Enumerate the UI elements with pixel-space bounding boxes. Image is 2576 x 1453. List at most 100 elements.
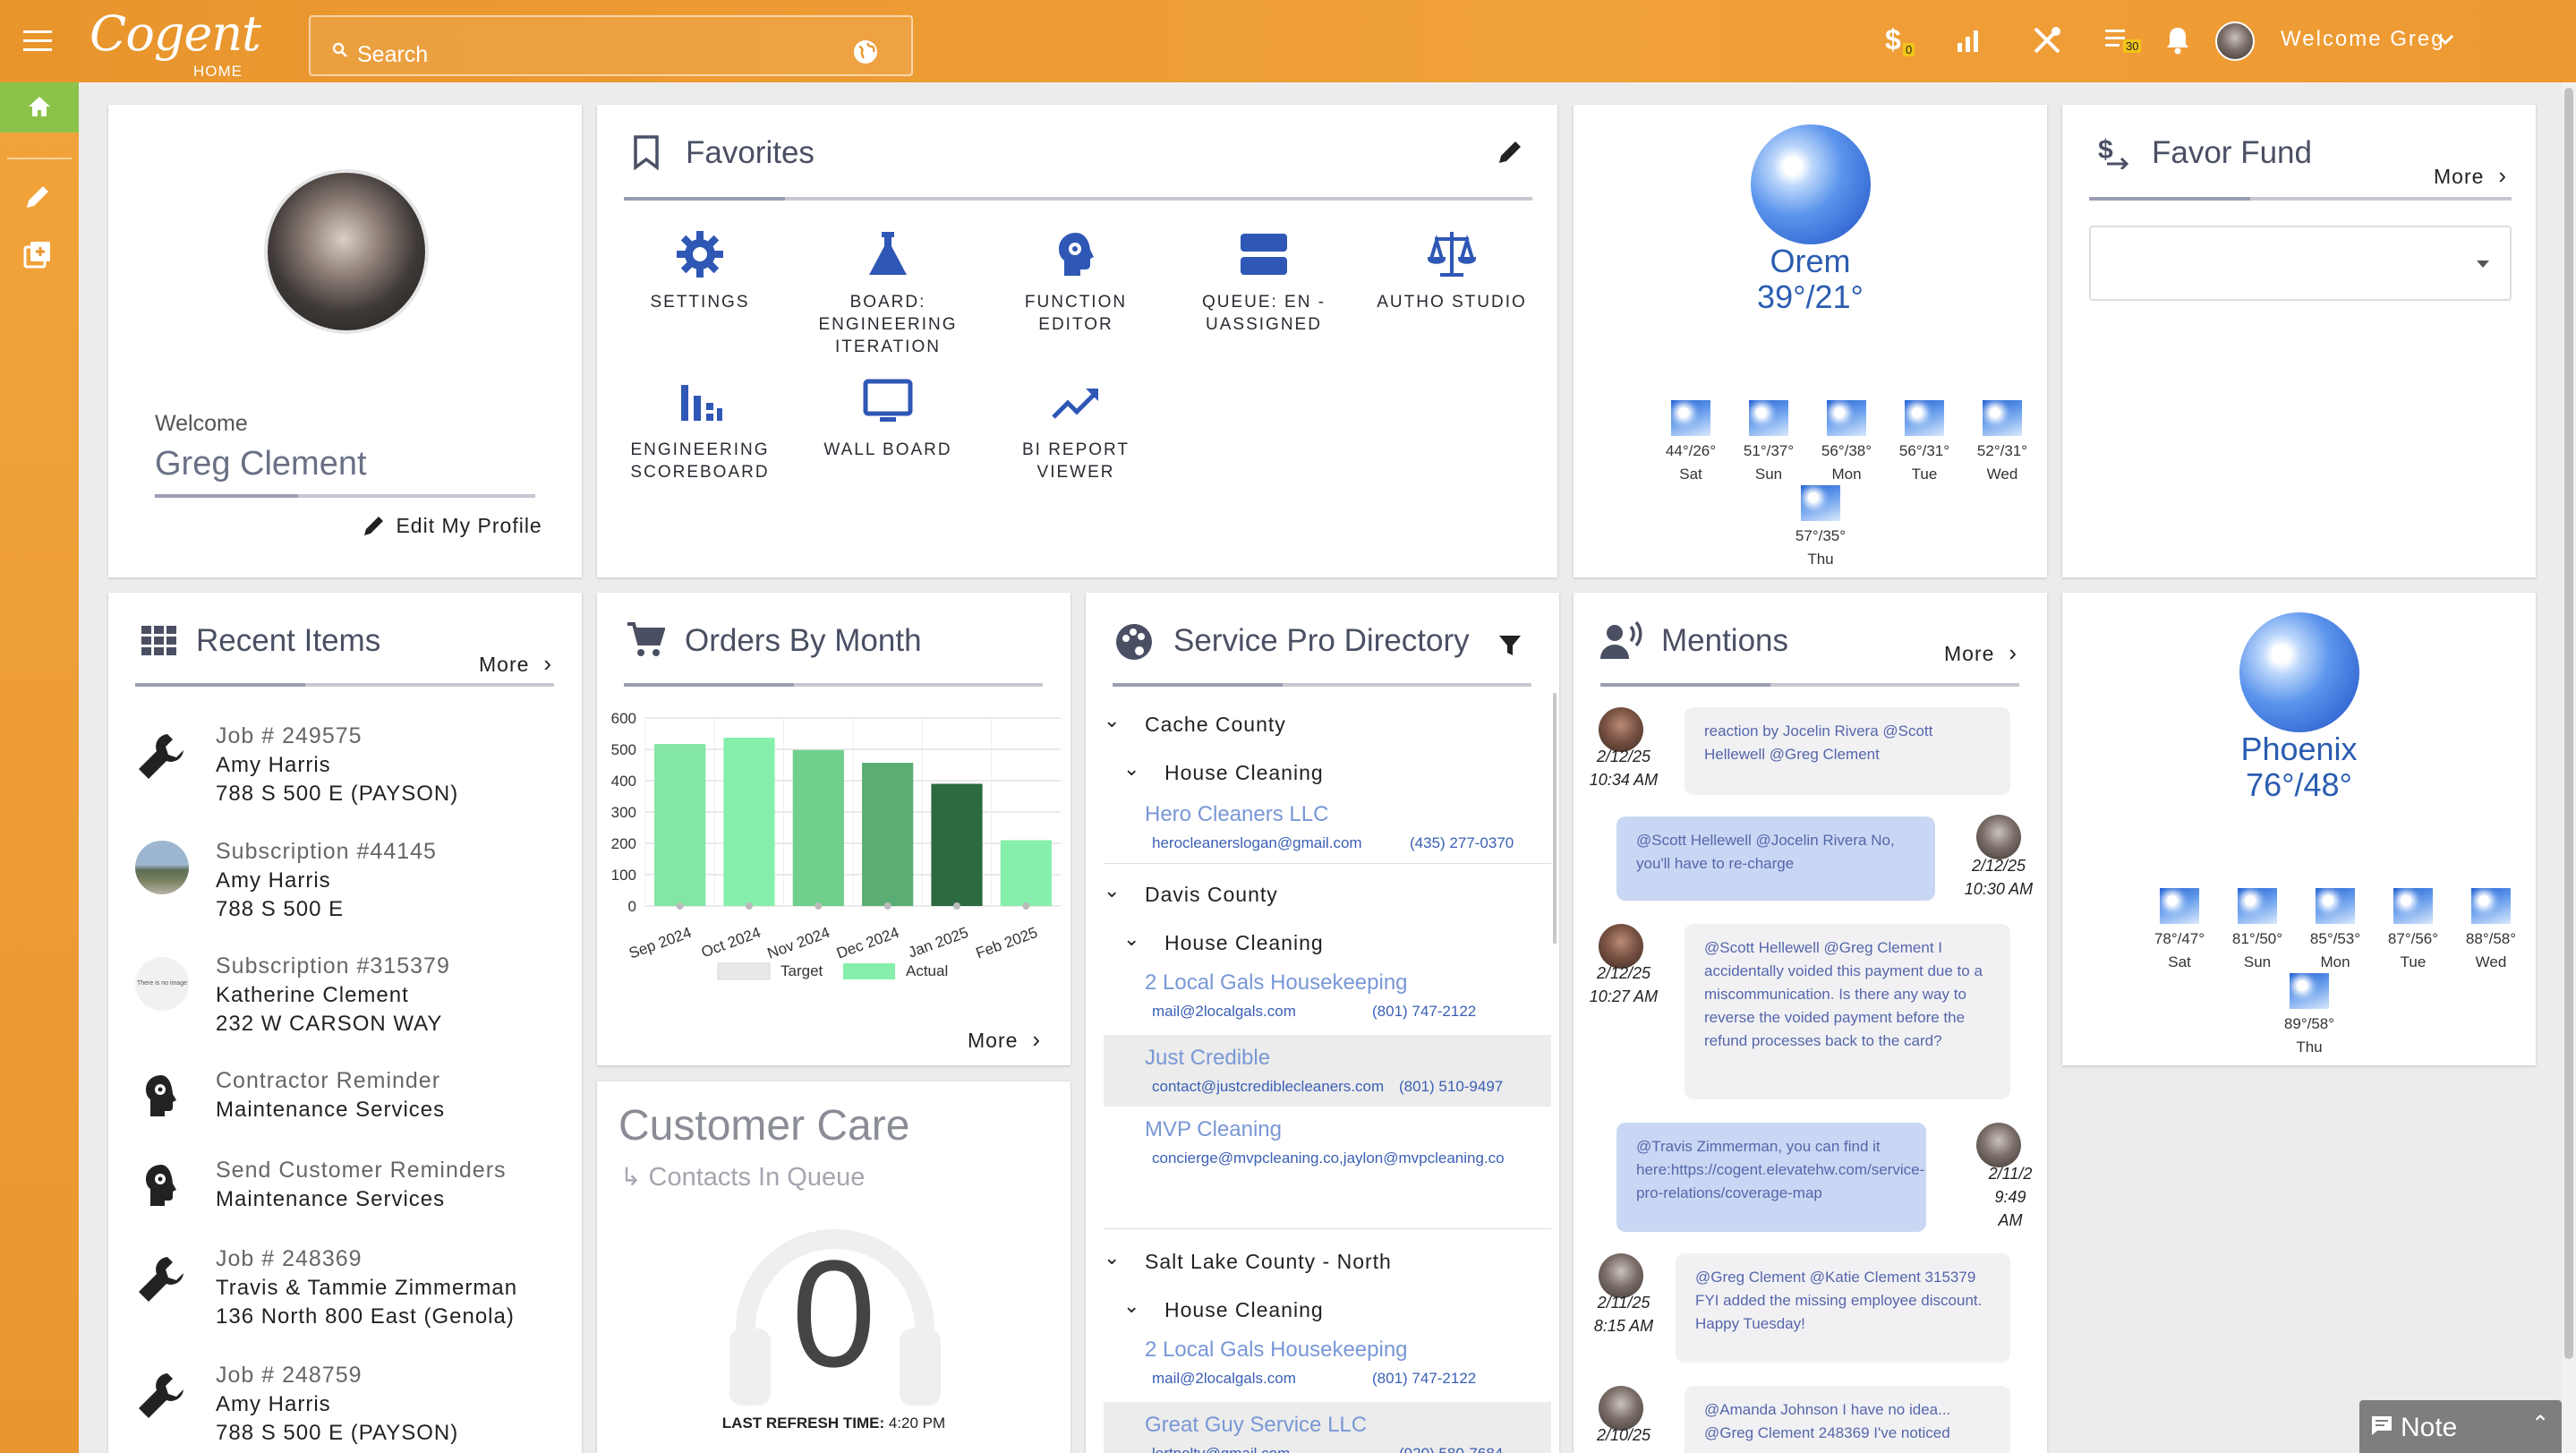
mention-message[interactable]: @Greg Clement @Katie Clement 315379 FYI … xyxy=(1676,1253,2010,1363)
provider-entry[interactable]: MVP Cleaning concierge@mvpcleaning.co,ja… xyxy=(1086,1110,1559,1182)
weather-temp: 39°/21° xyxy=(1757,278,1864,315)
grid-icon xyxy=(141,626,176,655)
provider-email[interactable]: concierge@mvpcleaning.co,jaylon@mvpclean… xyxy=(1152,1150,1505,1167)
county-row[interactable]: ⌄ Davis County xyxy=(1086,876,1559,915)
provider-phone[interactable]: (801) 510-9497 xyxy=(1399,1078,1503,1096)
favor-fund-icon[interactable]: $ 0 xyxy=(1885,23,1921,59)
provider-entry[interactable]: 2 Local Gals Housekeeping mail@2localgal… xyxy=(1086,1330,1559,1402)
fav-bi-report-viewer[interactable]: BI REPORT VIEWER xyxy=(991,376,1161,483)
provider-name[interactable]: Just Credible xyxy=(1145,1046,1270,1071)
category-row[interactable]: ⌄ House Cleaning xyxy=(1086,924,1559,963)
edit-profile-label: Edit My Profile xyxy=(396,513,542,537)
target-point xyxy=(676,902,684,910)
divider xyxy=(1104,1228,1551,1229)
provider-entry[interactable]: Great Guy Service LLC lertpoltv@gmail.co… xyxy=(1104,1402,1551,1453)
customer-care-title: Customer Care xyxy=(618,1102,910,1150)
fav-board-engineering[interactable]: BOARD: ENGINEERING ITERATION xyxy=(803,228,973,358)
provider-email[interactable]: mail@2localgals.com xyxy=(1152,1003,1296,1021)
fav-wall-board[interactable]: WALL BOARD xyxy=(803,376,973,461)
tasks-icon[interactable]: 30 xyxy=(2105,27,2148,57)
page-scrollbar[interactable] xyxy=(2562,82,2576,1453)
county-row[interactable]: ⌄ Salt Lake County - North xyxy=(1086,1243,1559,1282)
fav-function-editor[interactable]: FUNCTION EDITOR xyxy=(991,228,1161,336)
provider-phone[interactable]: (435) 277-0370 xyxy=(1410,834,1514,852)
left-sidebar xyxy=(0,82,79,1453)
subdirectory-arrow-icon: ↳ xyxy=(620,1163,642,1191)
provider-email[interactable]: mail@2localgals.com xyxy=(1152,1370,1296,1388)
provider-phone[interactable]: (920) 580-7684 xyxy=(1399,1445,1503,1453)
user-avatar[interactable] xyxy=(2215,21,2255,61)
provider-name[interactable]: Great Guy Service LLC xyxy=(1145,1413,1367,1438)
mention-message[interactable]: @Scott Hellewell @Jocelin Rivera No, you… xyxy=(1616,816,1935,901)
provider-name[interactable]: MVP Cleaning xyxy=(1145,1117,1282,1142)
wrench-icon xyxy=(139,1257,183,1302)
bar-chart-icon[interactable] xyxy=(1955,27,1982,54)
provider-name[interactable]: 2 Local Gals Housekeeping xyxy=(1145,970,1408,996)
mention-meta: 2/12/25 10:30 AM xyxy=(1964,857,2034,898)
fav-engineering-scoreboard[interactable]: ENGINEERING SCOREBOARD xyxy=(615,376,785,483)
filter-icon[interactable] xyxy=(1497,634,1523,657)
menu-icon[interactable] xyxy=(23,30,52,52)
bell-icon[interactable] xyxy=(2164,25,2191,56)
provider-entry[interactable]: Just Credible contact@justcrediblecleane… xyxy=(1104,1035,1551,1107)
provider-name[interactable]: 2 Local Gals Housekeeping xyxy=(1145,1338,1408,1363)
recent-item-name: Maintenance Services xyxy=(216,1187,446,1211)
forecast-day: 57°/35° Thu xyxy=(1783,485,1858,571)
property-photo xyxy=(135,841,189,894)
county-row[interactable]: ⌄ Cache County xyxy=(1086,705,1559,745)
edit-profile-link[interactable]: Edit My Profile xyxy=(362,513,542,542)
provider-phone[interactable]: (801) 747-2122 xyxy=(1372,1370,1476,1388)
logo[interactable]: Cogent HOME xyxy=(90,9,261,81)
x-tick-label: Oct 2024 xyxy=(699,924,763,961)
mentions-underline xyxy=(1600,683,2019,687)
mention-message[interactable]: @Travis Zimmerman, you can find it here:… xyxy=(1616,1123,1926,1232)
mention-message[interactable]: @Scott Hellewell @Greg Clement I acciden… xyxy=(1685,924,2010,1099)
fav-label: SETTINGS xyxy=(650,293,750,312)
provider-email[interactable]: lertpoltv@gmail.com xyxy=(1152,1445,1290,1453)
favorites-title: Favorites xyxy=(686,135,815,170)
add-box-icon[interactable] xyxy=(23,240,52,269)
favor-fund-more[interactable]: More › xyxy=(2434,162,2507,190)
welcome-user[interactable]: Welcome Greg xyxy=(2281,27,2445,52)
orders-more[interactable]: More › xyxy=(968,1026,1041,1054)
flask-icon xyxy=(869,232,907,275)
y-tick-label: 0 xyxy=(628,898,636,915)
y-tick-label: 400 xyxy=(611,773,636,790)
provider-email[interactable]: contact@justcrediblecleaners.com xyxy=(1152,1078,1384,1096)
fav-queue[interactable]: QUEUE: EN - UASSIGNED xyxy=(1179,228,1349,336)
legend-swatch-actual xyxy=(843,963,895,979)
fav-autho-studio[interactable]: AUTHO STUDIO xyxy=(1367,228,1537,313)
recent-items-more[interactable]: More › xyxy=(479,650,552,678)
head-gear-icon xyxy=(146,1165,176,1206)
weather-large-icon xyxy=(2239,612,2359,732)
provider-phone[interactable]: (801) 747-2122 xyxy=(1372,1003,1476,1021)
pencil-icon[interactable] xyxy=(23,183,52,211)
globe-icon[interactable] xyxy=(852,38,879,65)
fav-settings[interactable]: SETTINGS xyxy=(615,228,785,313)
chevron-down-icon[interactable] xyxy=(2436,34,2454,47)
queue-icon xyxy=(1241,234,1287,275)
category-row[interactable]: ⌄ House Cleaning xyxy=(1086,754,1559,793)
note-button[interactable]: Note ⌃ xyxy=(2359,1400,2562,1453)
search-box[interactable]: Search xyxy=(309,15,913,76)
sidebar-divider xyxy=(7,158,72,159)
search-input[interactable]: Search xyxy=(357,42,428,68)
provider-entry[interactable]: Hero Cleaners LLC herocleanerslogan@gmai… xyxy=(1086,795,1559,861)
tools-icon[interactable] xyxy=(2032,25,2062,56)
provider-entry[interactable]: 2 Local Gals Housekeeping mail@2localgal… xyxy=(1086,963,1559,1035)
provider-email[interactable]: herocleanerslogan@gmail.com xyxy=(1152,834,1362,852)
edit-favorites-icon[interactable] xyxy=(1496,138,1524,167)
mention-meta: 2/10/25 xyxy=(1596,1426,1651,1444)
home-nav-button[interactable] xyxy=(0,82,79,132)
target-point xyxy=(815,902,823,910)
mention-message[interactable]: @Amanda Johnson I have no idea... @Greg … xyxy=(1685,1386,2010,1453)
forecast-day: 78°/47° Sat xyxy=(2142,888,2217,974)
x-tick-label: Sep 2024 xyxy=(627,924,694,962)
mentions-more[interactable]: More › xyxy=(1944,639,2017,667)
favor-fund-select[interactable] xyxy=(2089,226,2512,301)
mention-message[interactable]: reaction by Jocelin Rivera @Scott Hellew… xyxy=(1685,707,2010,795)
recent-item-name: Katherine Clement xyxy=(216,983,409,1007)
svg-text:$: $ xyxy=(2098,135,2113,165)
provider-name[interactable]: Hero Cleaners LLC xyxy=(1145,802,1328,827)
category-row[interactable]: ⌄ House Cleaning xyxy=(1086,1291,1559,1330)
